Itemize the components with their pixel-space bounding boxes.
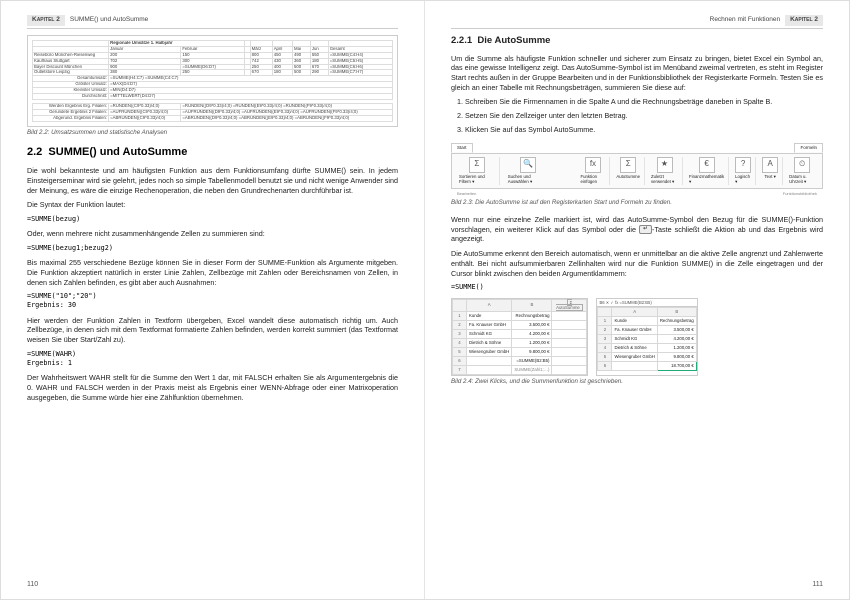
text-icon: A <box>762 157 778 173</box>
chapter-badge: Kapitel 2 <box>785 15 823 26</box>
page-number: 110 <box>27 580 38 589</box>
subsection-heading-2-2-1: 2.2.1 Die AutoSumme <box>451 35 823 48</box>
code-sample: =SUMME(WAHR) Ergebnis: 1 <box>27 350 398 368</box>
step-item: Klicken Sie auf das Symbol AutoSumme. <box>465 125 823 135</box>
spreadsheet-after: B6 ✕ ✓ fx =SUMME(B2:B5) A B 1KundeRechnu… <box>596 298 697 377</box>
sigma-icon: Σ <box>469 157 485 173</box>
numbered-steps: Schreiben Sie die Firmennamen in die Spa… <box>465 97 823 134</box>
body-text: Bis maximal 255 verschiedene Bezüge könn… <box>27 258 398 287</box>
figure-2-3-caption: Bild 2.3: Die AutoSumme ist auf den Regi… <box>451 199 823 207</box>
running-head-right: Rechnen mit Funktionen Kapitel 2 <box>451 15 823 29</box>
code-sample: =SUMME("10";"20") Ergebnis: 30 <box>27 292 398 310</box>
finance-icon: € <box>699 157 715 173</box>
sigma-icon: Σ <box>620 157 636 173</box>
ribbon-button[interactable]: fxFunktion einfügen <box>577 157 611 186</box>
search-icon: 🔍 <box>520 157 536 173</box>
step-item: Schreiben Sie die Firmennamen in die Spa… <box>465 97 823 107</box>
figure-2-2: Regionale Umsätze 1. Halbjahr Januar Feb… <box>27 35 398 127</box>
code-sample: =SUMME(bezug) <box>27 215 398 224</box>
figure-2-2-caption: Bild 2.2: Umsatzsummen und statistische … <box>27 129 398 137</box>
running-head-text: SUMME() und AutoSumme <box>70 16 148 25</box>
ribbon-button[interactable]: AText ▾ <box>758 157 783 186</box>
ribbon-button[interactable]: ?Logisch ▾ <box>731 157 756 186</box>
ribbon-button[interactable]: Σ Sortieren und Filtern ▾ <box>455 157 500 186</box>
page-left: Kapitel 2 SUMME() und AutoSumme Regional… <box>1 1 425 599</box>
body-text: Der Wahrheitswert WAHR stellt für die Su… <box>27 373 398 402</box>
body-text: Hier werden der Funktion Zahlen in Textf… <box>27 316 398 345</box>
figure-2-4: A B Σ AutoSumme 1KundeRechnungsbetrag 2F… <box>451 298 823 377</box>
spreadsheet-before: A B Σ AutoSumme 1KundeRechnungsbetrag 2F… <box>451 298 588 377</box>
code-sample: =SUMME(bezug1;bezug2) <box>27 244 398 253</box>
body-text: Oder, wenn mehrere nicht zusammenhängend… <box>27 229 398 239</box>
ribbon-button[interactable]: ★Zuletzt verwendet ▾ <box>647 157 683 186</box>
step-item: Setzen Sie den Zellzeiger unter den letz… <box>465 111 823 121</box>
ribbon-button[interactable]: 🔍 Suchen und Auswählen ▾ <box>504 157 553 186</box>
ribbon-tab-start[interactable]: Start <box>451 143 473 153</box>
clock-icon: ⏲ <box>794 157 810 173</box>
figure-2-4-caption: Bild 2.4: Zwei Klicks, und die Summenfun… <box>451 378 823 386</box>
section-heading-2-2: 2.2 SUMME() und AutoSumme <box>27 145 398 160</box>
enter-key-icon: ↵ <box>639 225 652 234</box>
fx-icon: fx <box>585 157 601 173</box>
body-text: Wenn nur eine einzelne Zelle markiert is… <box>451 215 823 244</box>
chapter-badge: Kapitel 2 <box>27 15 65 26</box>
star-icon: ★ <box>657 157 673 173</box>
ribbon-tab-formeln[interactable]: Formeln <box>794 143 823 153</box>
logic-icon: ? <box>735 157 751 173</box>
page-right: Rechnen mit Funktionen Kapitel 2 2.2.1 D… <box>425 1 849 599</box>
ribbon-button[interactable]: €Finanzmathematik ▾ <box>685 157 729 186</box>
code-sample: =SUMME() <box>451 283 823 292</box>
running-head-text: Rechnen mit Funktionen <box>710 16 780 25</box>
body-text: Die AutoSumme erkennt den Bereich automa… <box>451 249 823 278</box>
page-number: 111 <box>812 580 823 589</box>
ribbon-button-autosum[interactable]: ΣAutoSumme <box>612 157 645 186</box>
ribbon-button[interactable]: ⏲Datum u. Uhrzeit ▾ <box>785 157 819 186</box>
body-text: Um die Summe als häufigste Funktion schn… <box>451 54 823 93</box>
formula-bar[interactable]: B6 ✕ ✓ fx =SUMME(B2:B5) <box>597 299 696 308</box>
body-text: Die Syntax der Funktion lautet: <box>27 200 398 210</box>
running-head-left: Kapitel 2 SUMME() und AutoSumme <box>27 15 398 29</box>
figure-2-3: Start Formeln Σ Sortieren und Filtern ▾ … <box>451 141 823 199</box>
body-text: Die wohl bekannteste und am häufigsten F… <box>27 166 398 195</box>
autosum-icon[interactable]: Σ AutoSumme <box>556 299 583 312</box>
